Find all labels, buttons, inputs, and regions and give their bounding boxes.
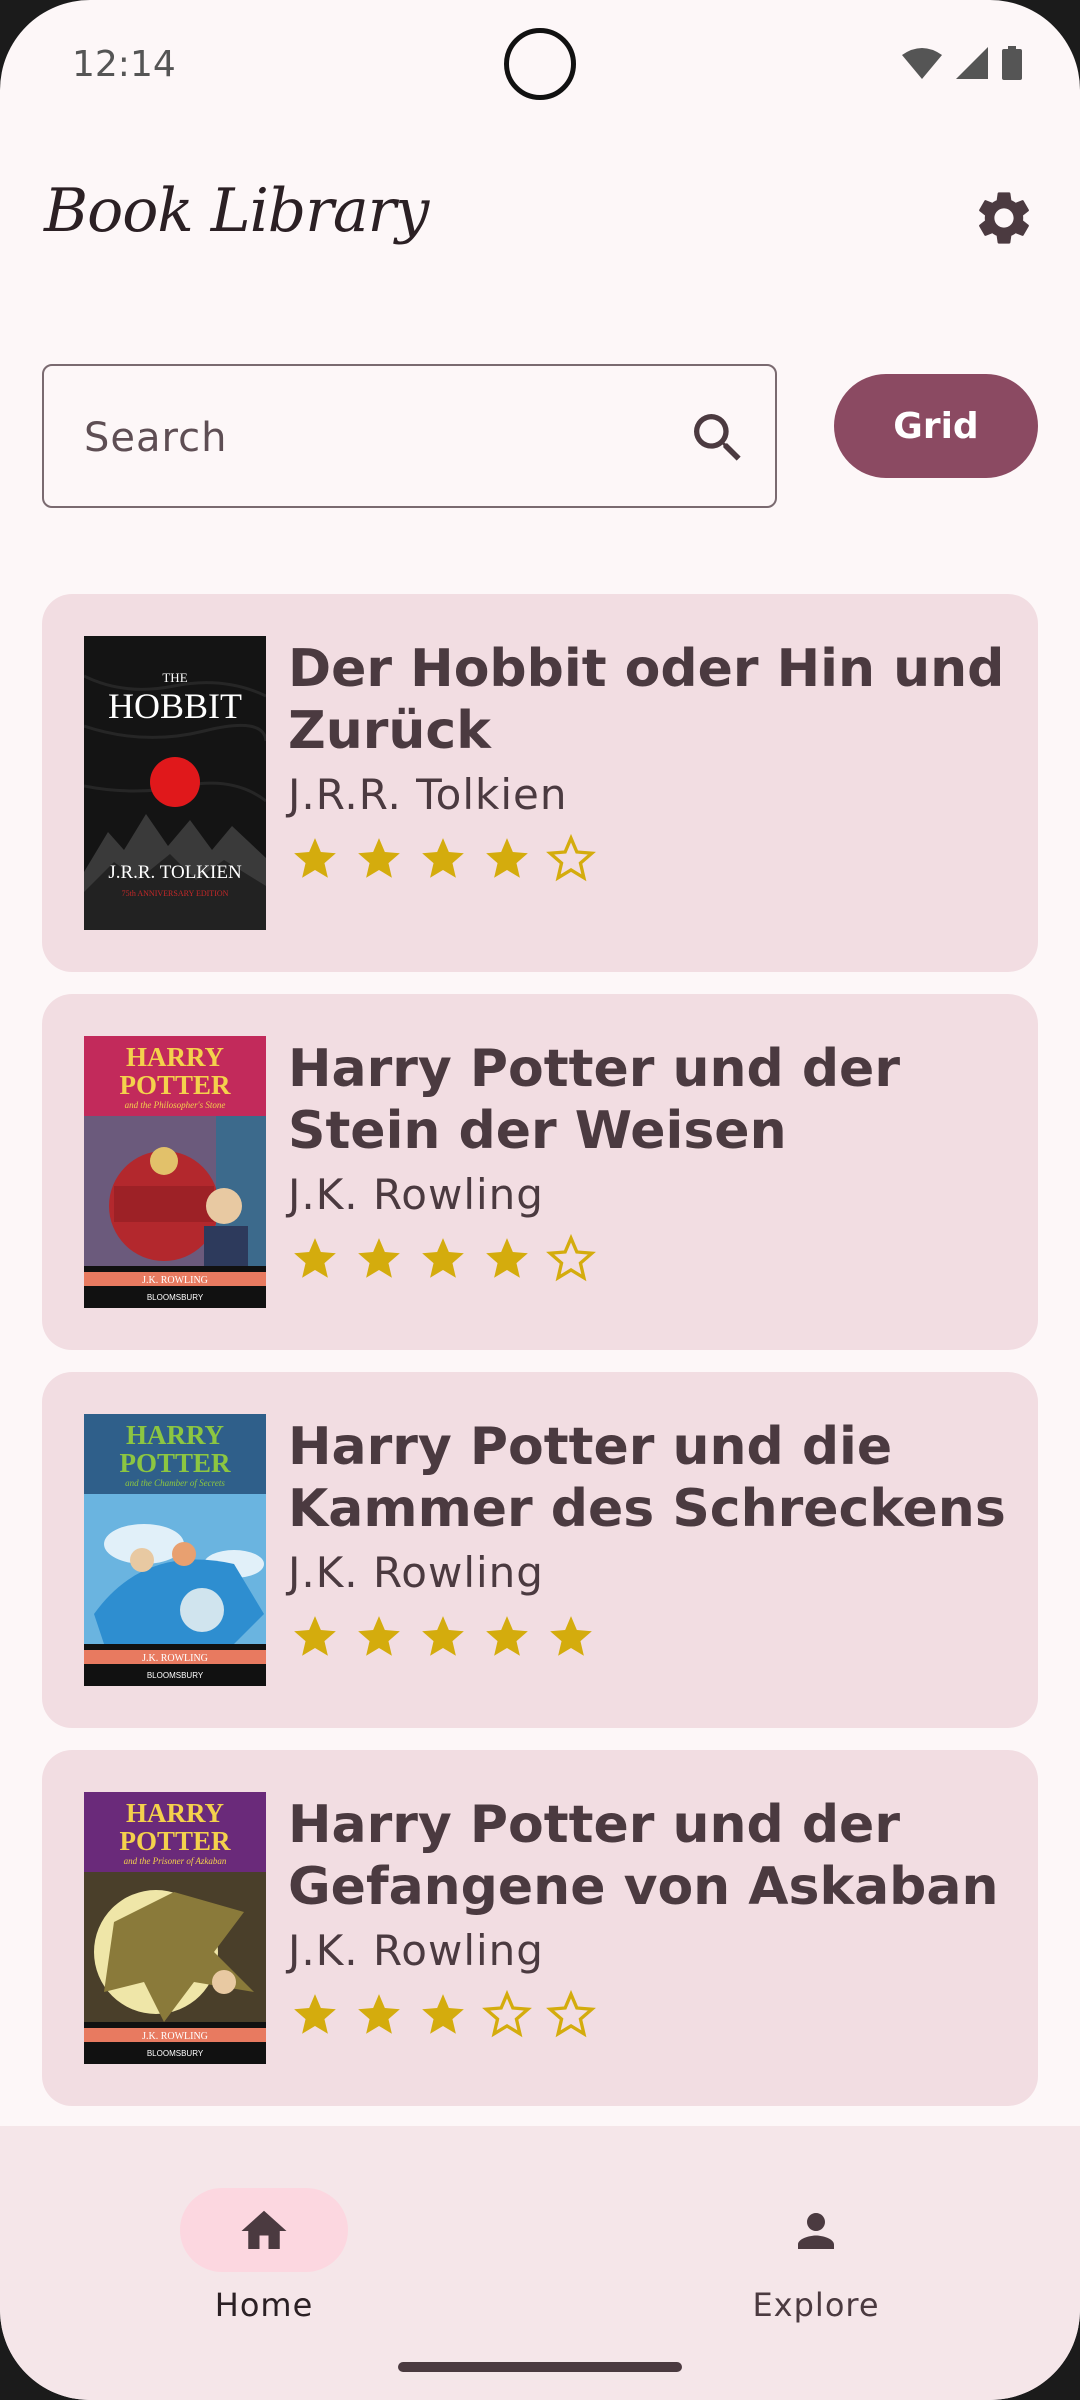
star-filled-icon [294, 1994, 336, 2034]
star-filled-icon [358, 1238, 400, 1278]
star-outline-icon [546, 834, 596, 882]
book-author: J.R.R. Tolkien [288, 770, 568, 819]
book-title: Harry Potter und die Kammer des Schrecke… [288, 1417, 1006, 1539]
star-filled-icon [486, 1238, 528, 1278]
search-icon[interactable] [686, 406, 750, 470]
book-cover-image: HARRY POTTER and the Prisoner of Azkaban… [84, 1792, 266, 2064]
cover-text: J.R.R. TOLKIEN [108, 862, 242, 883]
star-filled-icon [422, 1994, 464, 2034]
cover-text: J.K. ROWLING [142, 1275, 208, 1286]
star-rating [290, 1990, 596, 2040]
cover-text: BLOOMSBURY [147, 1293, 204, 1302]
bottom-navigation: Home Explore [0, 2126, 1080, 2400]
star-filled-icon [294, 1616, 336, 1656]
star-filled-icon [422, 1238, 464, 1278]
star-rating [290, 1612, 596, 1662]
star-filled-icon [294, 1238, 336, 1278]
cover-text: and the Philosopher's Stone [125, 1100, 226, 1110]
star-outline-icon [546, 1234, 596, 1282]
star-rating [290, 1234, 596, 1284]
nav-item-home[interactable]: Home [134, 2158, 394, 2328]
cover-text: POTTER [119, 1448, 231, 1478]
status-icons [902, 46, 1022, 80]
app-screen: 12:14 Book Library Grid [0, 0, 1080, 2400]
book-card[interactable]: HARRY POTTER and the Prisoner of Azkaban… [42, 1750, 1038, 2106]
cover-text: HARRY [126, 1042, 224, 1072]
gear-icon [979, 192, 1029, 244]
book-cover-image: HARRY POTTER and the Philosopher's Stone… [84, 1036, 266, 1308]
cover-text: BLOOMSBURY [147, 1671, 204, 1680]
battery-icon [1002, 46, 1022, 80]
cover-text: BLOOMSBURY [147, 2049, 204, 2058]
star-outline-icon [546, 1990, 596, 2038]
book-title: Harry Potter und der Gefangene von Askab… [288, 1795, 999, 1917]
cover-text: HARRY [126, 1798, 224, 1828]
search-input[interactable] [84, 408, 644, 468]
person-icon [798, 2213, 834, 2249]
home-indicator [398, 2362, 682, 2372]
nav-item-explore[interactable]: Explore [686, 2158, 946, 2328]
nav-label: Home [214, 2286, 314, 2324]
star-filled-icon [486, 838, 528, 878]
star-filled-icon [358, 1994, 400, 2034]
status-bar: 12:14 [0, 0, 1080, 130]
star-filled-icon [294, 838, 336, 878]
book-cover-image: THE HOBBIT J.R.R. TOLKIEN 75th ANNIVERSA… [84, 636, 266, 930]
search-field[interactable] [42, 364, 777, 508]
cover-text: J.K. ROWLING [142, 1653, 208, 1664]
cover-text: THE [162, 670, 187, 685]
star-filled-icon [358, 1616, 400, 1656]
book-author: J.K. Rowling [288, 1170, 544, 1219]
cover-text: POTTER [119, 1070, 231, 1100]
book-card[interactable]: HARRY POTTER and the Chamber of Secrets … [42, 1372, 1038, 1728]
book-card[interactable]: THE HOBBIT J.R.R. TOLKIEN 75th ANNIVERSA… [42, 594, 1038, 972]
cover-text: 75th ANNIVERSARY EDITION [122, 889, 229, 898]
camera-cutout [504, 28, 576, 100]
book-author: J.K. Rowling [288, 1926, 544, 1975]
cover-text: HARRY [126, 1420, 224, 1450]
star-filled-icon [486, 1616, 528, 1656]
star-filled-icon [422, 838, 464, 878]
wifi-icon [902, 48, 942, 79]
app-title: Book Library [44, 176, 429, 246]
signal-icon [956, 47, 988, 79]
cover-text: POTTER [119, 1826, 231, 1856]
cover-text: J.K. ROWLING [142, 2031, 208, 2042]
book-title: Der Hobbit oder Hin und Zurück [288, 639, 1005, 761]
star-filled-icon [550, 1616, 592, 1656]
settings-button[interactable] [972, 186, 1036, 250]
book-author: J.K. Rowling [288, 1548, 544, 1597]
book-cover-image: HARRY POTTER and the Chamber of Secrets … [84, 1414, 266, 1686]
star-outline-icon [482, 1990, 532, 2038]
book-card[interactable]: HARRY POTTER and the Philosopher's Stone… [42, 994, 1038, 1350]
status-time: 12:14 [72, 44, 176, 85]
cover-text: and the Prisoner of Azkaban [124, 1856, 227, 1866]
book-title: Harry Potter und der Stein der Weisen [288, 1039, 900, 1161]
nav-label: Explore [752, 2286, 880, 2324]
star-rating [290, 834, 596, 884]
grid-view-button[interactable]: Grid [834, 374, 1038, 478]
star-filled-icon [422, 1616, 464, 1656]
cover-text: and the Chamber of Secrets [125, 1478, 225, 1488]
cover-text: HOBBIT [108, 686, 242, 726]
star-filled-icon [358, 838, 400, 878]
home-icon [241, 2210, 287, 2249]
